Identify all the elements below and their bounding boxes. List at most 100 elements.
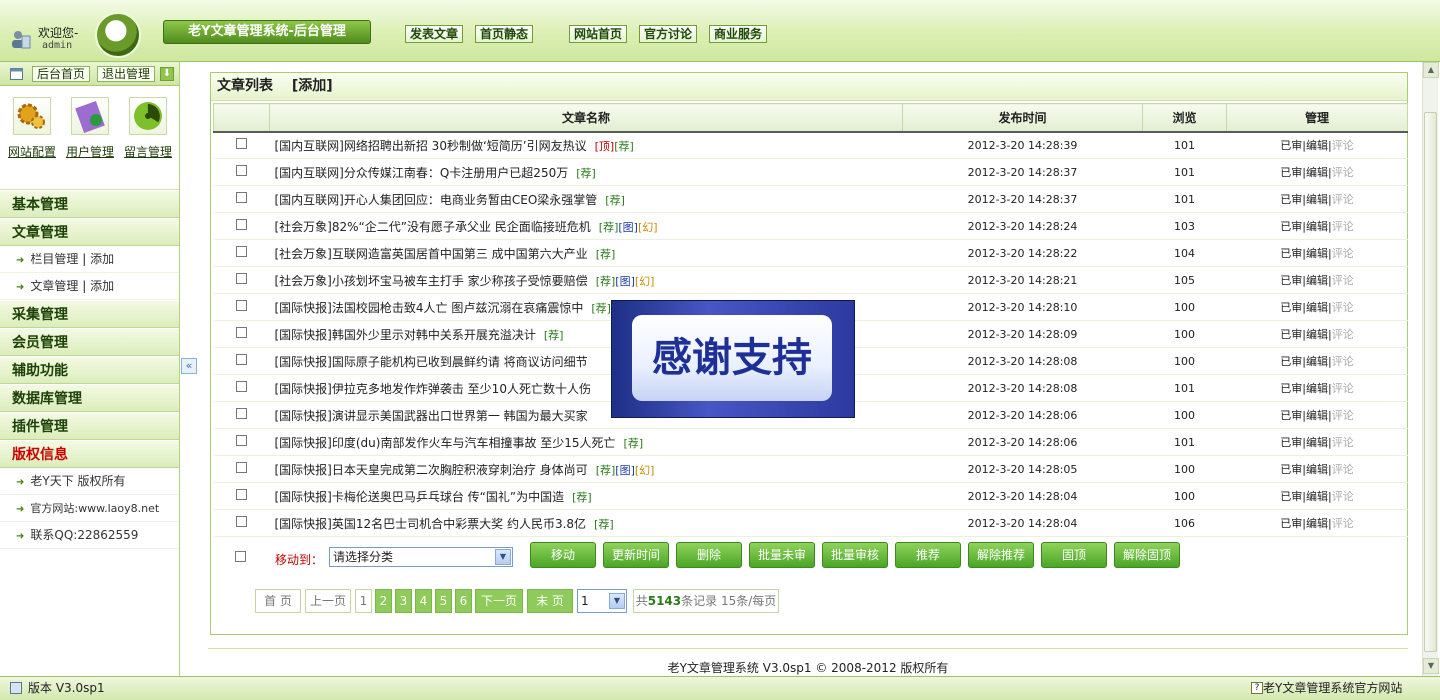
audited-link[interactable]: 已审 (1280, 382, 1302, 395)
edit-link[interactable]: 编辑 (1306, 193, 1328, 206)
select-all-checkbox[interactable] (235, 551, 246, 562)
official-site-link[interactable]: 老Y文章管理系统官方网站 (1263, 677, 1402, 699)
column-manage-link[interactable]: 栏目管理 (30, 252, 78, 266)
edit-link[interactable]: 编辑 (1306, 274, 1328, 287)
audited-link[interactable]: 已审 (1280, 247, 1302, 260)
comment-link[interactable]: 评论 (1332, 301, 1354, 314)
comment-link[interactable]: 评论 (1332, 490, 1354, 503)
row-checkbox[interactable] (236, 165, 247, 176)
article-add-link[interactable]: 添加 (90, 279, 114, 293)
scroll-down-icon[interactable]: ▼ (1423, 658, 1439, 674)
comment-link[interactable]: 评论 (1332, 139, 1354, 152)
audited-link[interactable]: 已审 (1280, 301, 1302, 314)
page-6-button[interactable]: 6 (455, 589, 472, 613)
menu-copyright[interactable]: 版权信息 (0, 440, 179, 468)
row-checkbox[interactable] (236, 462, 247, 473)
article-title-link[interactable]: [社会万象]82%“企二代”没有愿子承父业 民企面临接班危机 (275, 220, 591, 234)
article-manage-link[interactable]: 文章管理 (30, 279, 78, 293)
page-1-button[interactable]: 1 (355, 589, 372, 613)
site-config-shortcut[interactable]: 网站配置 (4, 94, 60, 164)
first-page-button[interactable]: 首 页 (255, 589, 301, 613)
comment-link[interactable]: 评论 (1332, 517, 1354, 530)
move-button[interactable]: 移动 (530, 542, 596, 568)
row-checkbox[interactable] (236, 300, 247, 311)
user-manage-shortcut[interactable]: 用户管理 (62, 94, 118, 164)
audited-link[interactable]: 已审 (1280, 355, 1302, 368)
article-title-link[interactable]: [国际快报]韩国外少里示对韩中关系开展充溢决计 (275, 328, 536, 342)
page-2-button[interactable]: 2 (375, 589, 392, 613)
vertical-scrollbar[interactable]: ▲ ▼ (1422, 62, 1439, 676)
comment-link[interactable]: 评论 (1332, 463, 1354, 476)
batch-unaudit-button[interactable]: 批量未审 (749, 542, 815, 568)
edit-link[interactable]: 编辑 (1306, 517, 1328, 530)
edit-link[interactable]: 编辑 (1306, 220, 1328, 233)
column-add-link[interactable]: 添加 (90, 252, 114, 266)
menu-collect[interactable]: 采集管理 (0, 300, 179, 328)
page-select[interactable]: 1 ▼ (577, 589, 627, 613)
site-home-link[interactable]: 网站首页 (569, 25, 628, 43)
audited-link[interactable]: 已审 (1280, 328, 1302, 341)
page-5-button[interactable]: 5 (435, 589, 452, 613)
last-page-button[interactable]: 末 页 (527, 589, 573, 613)
unrecommend-button[interactable]: 解除推荐 (968, 542, 1034, 568)
official-forum-link[interactable]: 官方讨论 (639, 25, 698, 43)
article-title-link[interactable]: [国际快报]伊拉克多地发作炸弹袭击 至少10人死亡数十人伤 (275, 382, 591, 396)
comment-link[interactable]: 评论 (1332, 193, 1354, 206)
row-checkbox[interactable] (236, 246, 247, 257)
row-checkbox[interactable] (236, 327, 247, 338)
row-checkbox[interactable] (236, 138, 247, 150)
collapse-sidebar-button[interactable]: « (181, 358, 197, 374)
audited-link[interactable]: 已审 (1280, 139, 1302, 152)
row-checkbox[interactable] (236, 381, 247, 392)
arrow-down-icon[interactable]: ⬇ (160, 67, 174, 81)
row-checkbox[interactable] (236, 219, 247, 230)
audited-link[interactable]: 已审 (1280, 490, 1302, 503)
business-service-link[interactable]: 商业服务 (709, 25, 768, 43)
edit-link[interactable]: 编辑 (1306, 301, 1328, 314)
page-3-button[interactable]: 3 (395, 589, 412, 613)
category-select[interactable]: 请选择分类 ▼ (329, 547, 513, 567)
batch-audit-button[interactable]: 批量审核 (822, 542, 888, 568)
static-home-link[interactable]: 首页静态 (475, 25, 534, 43)
menu-basic[interactable]: 基本管理 (0, 190, 179, 218)
comment-link[interactable]: 评论 (1332, 166, 1354, 179)
audited-link[interactable]: 已审 (1280, 166, 1302, 179)
comment-link[interactable]: 评论 (1332, 409, 1354, 422)
unpin-top-button[interactable]: 解除固顶 (1114, 542, 1180, 568)
edit-link[interactable]: 编辑 (1306, 139, 1328, 152)
page-4-button[interactable]: 4 (415, 589, 432, 613)
edit-link[interactable]: 编辑 (1306, 409, 1328, 422)
row-checkbox[interactable] (236, 435, 247, 446)
prev-page-button[interactable]: 上一页 (305, 589, 351, 613)
publish-article-link[interactable]: 发表文章 (405, 25, 464, 43)
menu-database[interactable]: 数据库管理 (0, 384, 179, 412)
edit-link[interactable]: 编辑 (1306, 490, 1328, 503)
delete-button[interactable]: 删除 (676, 542, 742, 568)
audited-link[interactable]: 已审 (1280, 436, 1302, 449)
article-title-link[interactable]: [国际快报]演讲显示美国武器出口世界第一 韩国为最大买家 (275, 409, 588, 423)
row-checkbox[interactable] (236, 273, 247, 284)
menu-plugin[interactable]: 插件管理 (0, 412, 179, 440)
scroll-up-icon[interactable]: ▲ (1423, 62, 1439, 78)
article-title-link[interactable]: [国际快报]日本天皇完成第二次胸腔积液穿刺治疗 身体尚可 (275, 463, 588, 477)
comment-link[interactable]: 评论 (1332, 274, 1354, 287)
admin-home-button[interactable]: 后台首页 (32, 66, 91, 82)
menu-article[interactable]: 文章管理 (0, 218, 179, 246)
row-checkbox[interactable] (236, 192, 247, 203)
article-title-link[interactable]: [社会万象]互联网造富英国居首中国第三 成中国第六大产业 (275, 247, 588, 261)
comment-link[interactable]: 评论 (1332, 382, 1354, 395)
row-checkbox[interactable] (236, 354, 247, 365)
edit-link[interactable]: 编辑 (1306, 247, 1328, 260)
comment-link[interactable]: 评论 (1332, 220, 1354, 233)
message-manage-shortcut[interactable]: 留言管理 (120, 94, 176, 164)
next-page-button[interactable]: 下一页 (475, 589, 523, 613)
edit-link[interactable]: 编辑 (1306, 166, 1328, 179)
article-title-link[interactable]: [国际快报]卡梅伦送奥巴马乒乓球台 传“国礼”为中国造 (275, 490, 565, 504)
comment-link[interactable]: 评论 (1332, 355, 1354, 368)
recommend-button[interactable]: 推荐 (895, 542, 961, 568)
logout-button[interactable]: 退出管理 (97, 66, 156, 82)
pin-top-button[interactable]: 固顶 (1041, 542, 1107, 568)
article-title-link[interactable]: [国际快报]英国12名巴士司机合中彩票大奖 约人民币3.8亿 (275, 517, 587, 531)
audited-link[interactable]: 已审 (1280, 517, 1302, 530)
audited-link[interactable]: 已审 (1280, 463, 1302, 476)
